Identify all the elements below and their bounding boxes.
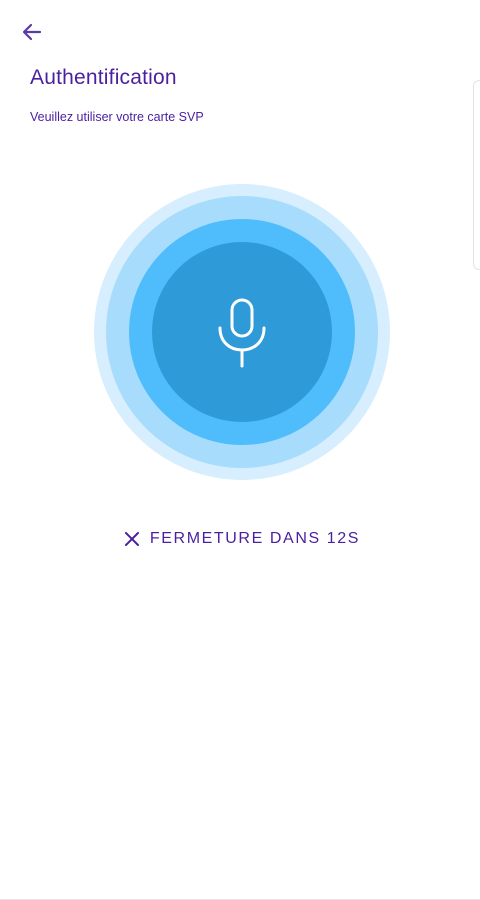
close-timer-label: FERMETURE DANS 12S bbox=[149, 530, 361, 547]
close-icon bbox=[124, 532, 139, 546]
close-timer-button[interactable]: FERMETURE DANS 12S bbox=[0, 530, 480, 548]
page-title: Authentification bbox=[30, 66, 177, 89]
voice-listening-indicator[interactable] bbox=[94, 184, 390, 480]
microphone-icon bbox=[218, 298, 266, 368]
back-button[interactable] bbox=[16, 16, 48, 48]
side-panel-handle[interactable] bbox=[473, 80, 480, 270]
arrow-left-icon bbox=[22, 23, 42, 41]
authentication-screen: Authentification Veuillez utiliser votre… bbox=[0, 0, 480, 900]
page-subtitle: Veuillez utiliser votre carte SVP bbox=[30, 110, 204, 124]
